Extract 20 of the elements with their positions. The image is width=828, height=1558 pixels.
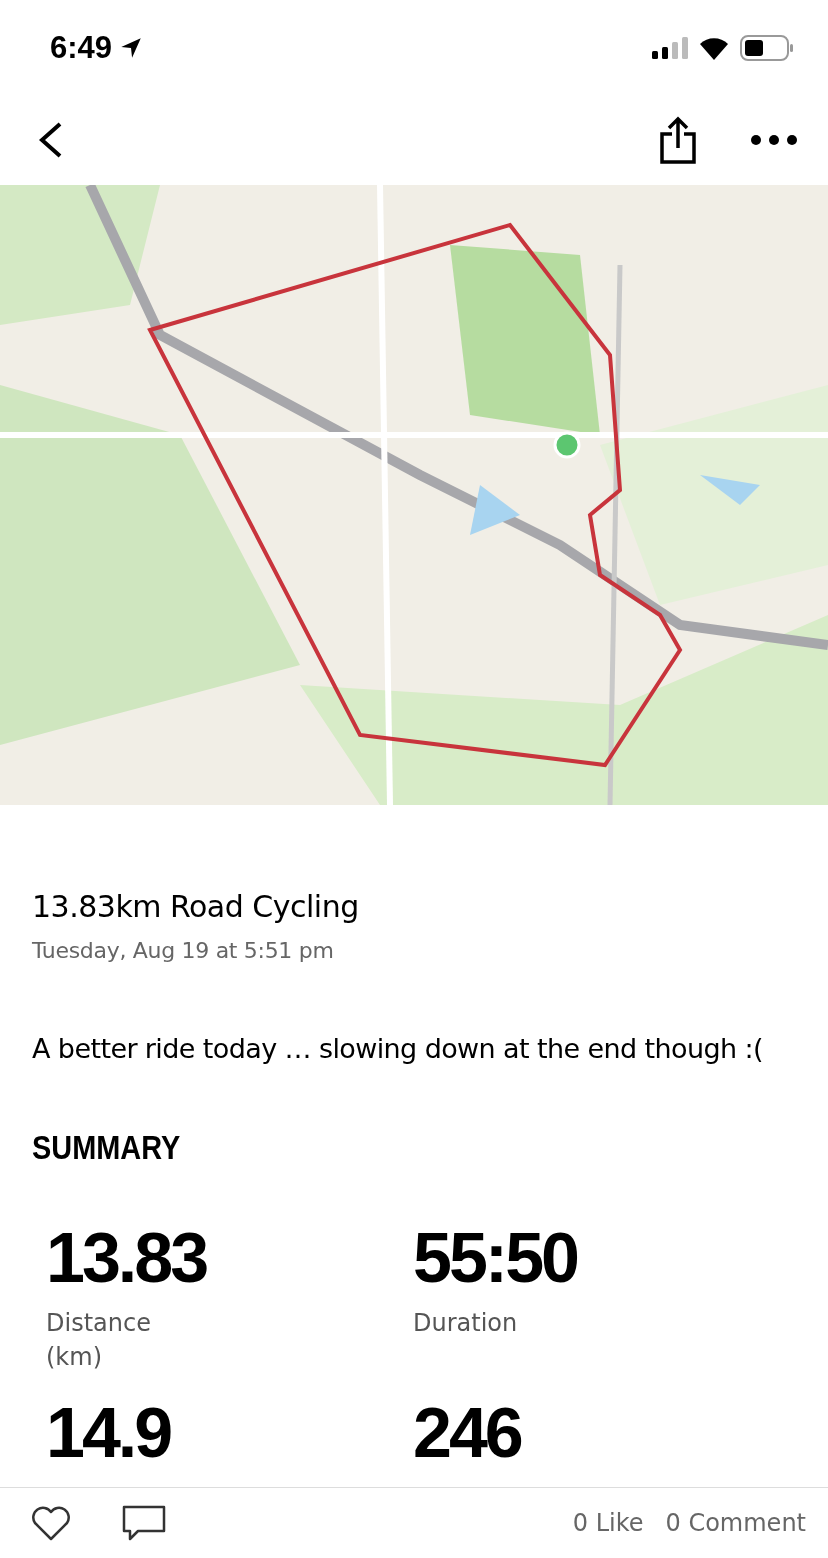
section-heading: SUMMARY [32, 1128, 182, 1167]
share-button[interactable] [658, 116, 698, 164]
activity-date: Tuesday, Aug 19 at 5:51 pm [32, 938, 335, 963]
wifi-icon [698, 35, 730, 60]
stat-value: 13.83 [46, 1223, 208, 1293]
stat-value: 246 [413, 1398, 522, 1469]
stat-label: Duration [413, 1308, 519, 1339]
more-button[interactable] [750, 134, 798, 146]
like-button[interactable] [30, 1505, 72, 1541]
like-count: 0 Like [572, 1509, 644, 1537]
signal-icon [652, 36, 688, 59]
comment-count: 0 Comment [665, 1509, 806, 1537]
activity-title: 13.83km Road Cycling [32, 889, 360, 924]
battery-icon [740, 34, 794, 61]
status-time: 6:49 [50, 29, 113, 66]
stat-value: 14.9 [46, 1398, 172, 1469]
comment-button[interactable] [122, 1505, 166, 1541]
activity-description: A better ride today … slowing down at the end though :( [32, 1033, 764, 1064]
stat-value: 55:50 [413, 1223, 579, 1293]
stat-label: Distance (km) [46, 1308, 152, 1373]
